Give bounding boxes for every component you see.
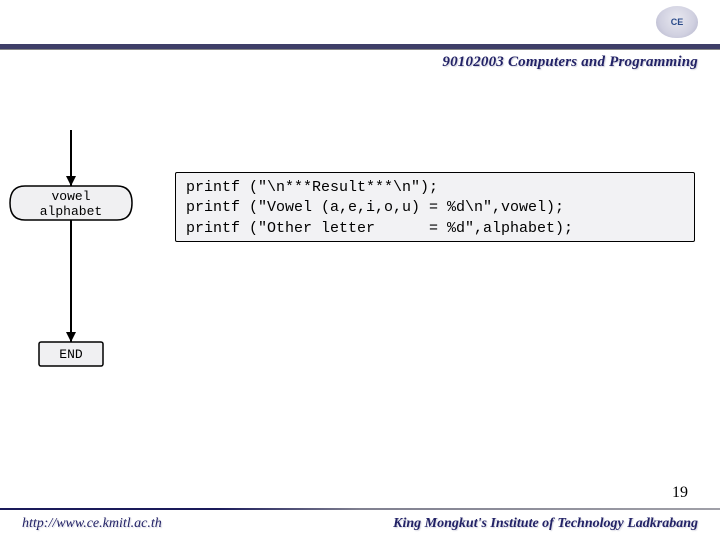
code-line-3: printf ("Other letter = %d",alphabet); xyxy=(186,220,573,237)
logo-icon: CE xyxy=(656,6,698,38)
header-divider xyxy=(0,44,720,50)
footer-divider xyxy=(0,508,720,510)
logo-text: CE xyxy=(671,17,684,27)
page-number: 19 xyxy=(672,484,688,502)
code-block: printf ("\n***Result***\n"); printf ("Vo… xyxy=(175,172,695,242)
flow-label-line1: vowel xyxy=(51,189,90,204)
flow-label-line2: alphabet xyxy=(40,204,102,219)
flow-end-label: END xyxy=(59,347,83,362)
footer-url: http://www.ce.kmitl.ac.th xyxy=(22,516,162,532)
course-title: 90102003 Computers and Programming xyxy=(442,54,698,71)
footer-institute: King Mongkut's Institute of Technology L… xyxy=(393,516,698,532)
code-line-1: printf ("\n***Result***\n"); xyxy=(186,179,438,196)
flowchart-diagram: vowel alphabet END xyxy=(6,130,176,390)
code-line-2: printf ("Vowel (a,e,i,o,u) = %d\n",vowel… xyxy=(186,199,564,216)
